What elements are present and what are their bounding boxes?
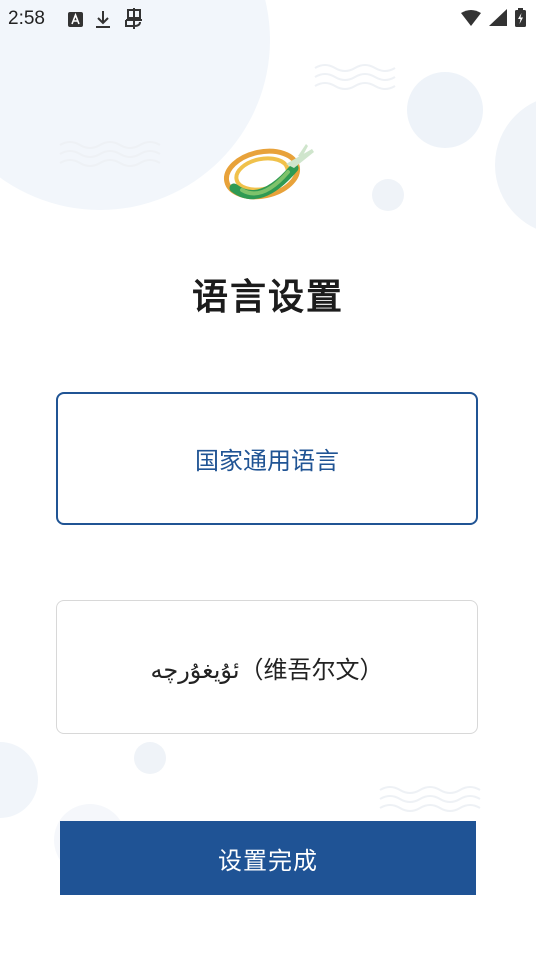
battery-charging-icon xyxy=(515,8,526,27)
keyboard-icon xyxy=(68,11,83,27)
confirm-settings-button[interactable]: 设置完成 xyxy=(60,821,476,895)
signal-icon xyxy=(489,9,507,26)
status-time: 2:58 xyxy=(8,8,45,29)
wifi-icon xyxy=(461,9,481,26)
language-option-label: 国家通用语言 xyxy=(195,447,339,475)
status-notification-icons xyxy=(68,8,145,30)
download-icon xyxy=(96,10,110,28)
status-bar: 2:58 xyxy=(0,0,536,38)
language-option-mandarin[interactable]: 国家通用语言 xyxy=(56,392,478,525)
status-system-icons xyxy=(461,8,526,27)
page-title: 语言设置 xyxy=(191,277,344,318)
bug-icon xyxy=(125,8,142,29)
app-logo xyxy=(223,144,314,200)
language-option-label: ئۇيغۇرچە（维吾尔文） xyxy=(150,655,384,684)
language-option-uyghur[interactable]: ئۇيغۇرچە（维吾尔文） xyxy=(56,600,478,734)
